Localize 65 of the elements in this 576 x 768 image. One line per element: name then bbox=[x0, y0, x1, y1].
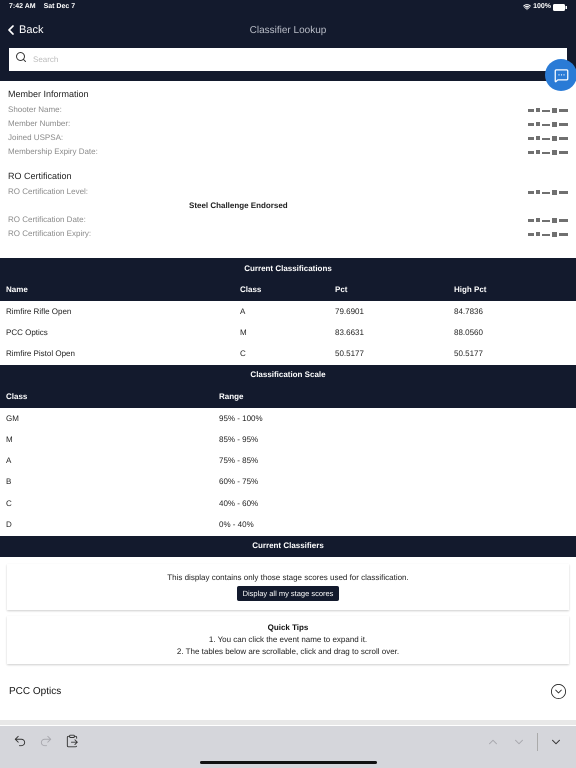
column-header: Range bbox=[219, 390, 244, 403]
table-cell-text: M bbox=[6, 434, 14, 446]
column-header: High Pct bbox=[454, 284, 488, 296]
column-header: Name bbox=[6, 284, 29, 296]
section-header: Classification Scale bbox=[0, 364, 576, 386]
table-cell-text: 75% - 85% bbox=[219, 455, 260, 468]
table-cell-text: C bbox=[6, 498, 13, 510]
table-cell-text: Rimfire Rifle Open bbox=[6, 306, 72, 318]
section-header: Current Classifiers bbox=[0, 536, 576, 557]
section-title: RO Certification bbox=[8, 170, 73, 184]
table-cell-text: 50.5177 bbox=[454, 348, 484, 360]
endorsement-text: Steel Challenge Endorsed bbox=[189, 200, 288, 212]
field-label: Membership Expiry Date: bbox=[8, 146, 98, 158]
table-cell-text: 60% - 75% bbox=[219, 476, 260, 488]
redacted-value bbox=[528, 120, 568, 128]
redacted-value bbox=[528, 134, 568, 142]
table-cell-text: PCC Optics bbox=[6, 326, 49, 339]
search-icon bbox=[15, 51, 27, 63]
table-cell-text: A bbox=[6, 455, 12, 468]
redacted-value bbox=[528, 188, 568, 196]
section-title: Member Information bbox=[8, 88, 90, 102]
table-cell-text: 84.7836 bbox=[454, 306, 484, 318]
field-label: Shooter Name: bbox=[8, 104, 62, 116]
table-cell-text: M bbox=[240, 326, 248, 339]
event-row[interactable]: PCC Optics bbox=[0, 664, 576, 720]
chat-icon bbox=[554, 68, 568, 82]
table-cell-text: Rimfire Pistol Open bbox=[6, 348, 76, 360]
table-cell-text: GM bbox=[6, 412, 20, 425]
table-cell-text: 0% - 40% bbox=[219, 519, 255, 532]
table-cell-text: D bbox=[6, 519, 13, 532]
tips-title: Quick Tips bbox=[268, 622, 308, 634]
table-cell-text: 83.6631 bbox=[335, 326, 365, 339]
clipboard-icon[interactable] bbox=[64, 733, 80, 749]
undo-icon[interactable] bbox=[12, 733, 28, 749]
back-button[interactable]: Back bbox=[0, 22, 44, 38]
field-label: RO Certification Date: bbox=[8, 214, 86, 226]
notice-text: This display contains only those stage scores used for classification. bbox=[167, 572, 409, 584]
redacted-value bbox=[528, 216, 568, 224]
table-cell-text: 88.0560 bbox=[454, 326, 484, 339]
redacted-value bbox=[528, 106, 568, 114]
search-field[interactable]: Search bbox=[9, 48, 567, 71]
table-cell-text: B bbox=[6, 476, 12, 488]
table-cell-text: 40% - 60% bbox=[219, 498, 260, 510]
redacted-value bbox=[528, 230, 568, 238]
tip-text: 2. The tables below are scrollable, click and drag to scroll over. bbox=[176, 646, 400, 658]
column-header: Pct bbox=[335, 284, 348, 296]
table-cell-text: 85% - 95% bbox=[219, 434, 260, 446]
field-label: RO Certification Expiry: bbox=[8, 228, 92, 240]
field-label: RO Certification Level: bbox=[8, 186, 88, 198]
tip-text: 1. You can click the event name to expand it. bbox=[208, 634, 368, 646]
table-cell-text: 95% - 100% bbox=[219, 412, 264, 425]
wifi-icon bbox=[523, 3, 532, 11]
field-label: Joined USPSA: bbox=[8, 132, 64, 144]
chat-button[interactable] bbox=[545, 59, 576, 91]
table-cell-text: 79.6901 bbox=[335, 306, 365, 318]
column-header: Class bbox=[240, 284, 262, 296]
redacted-value bbox=[528, 148, 568, 156]
section-header: Current Classifications bbox=[0, 258, 576, 279]
page-title: Classifier Lookup bbox=[248, 24, 328, 38]
field-label: Member Number: bbox=[8, 118, 70, 130]
table-cell-text: A bbox=[240, 306, 246, 318]
table-cell-text: C bbox=[240, 348, 247, 360]
battery-icon bbox=[553, 4, 567, 10]
table-cell-text: 50.5177 bbox=[335, 348, 365, 360]
column-header: Class bbox=[6, 390, 28, 403]
